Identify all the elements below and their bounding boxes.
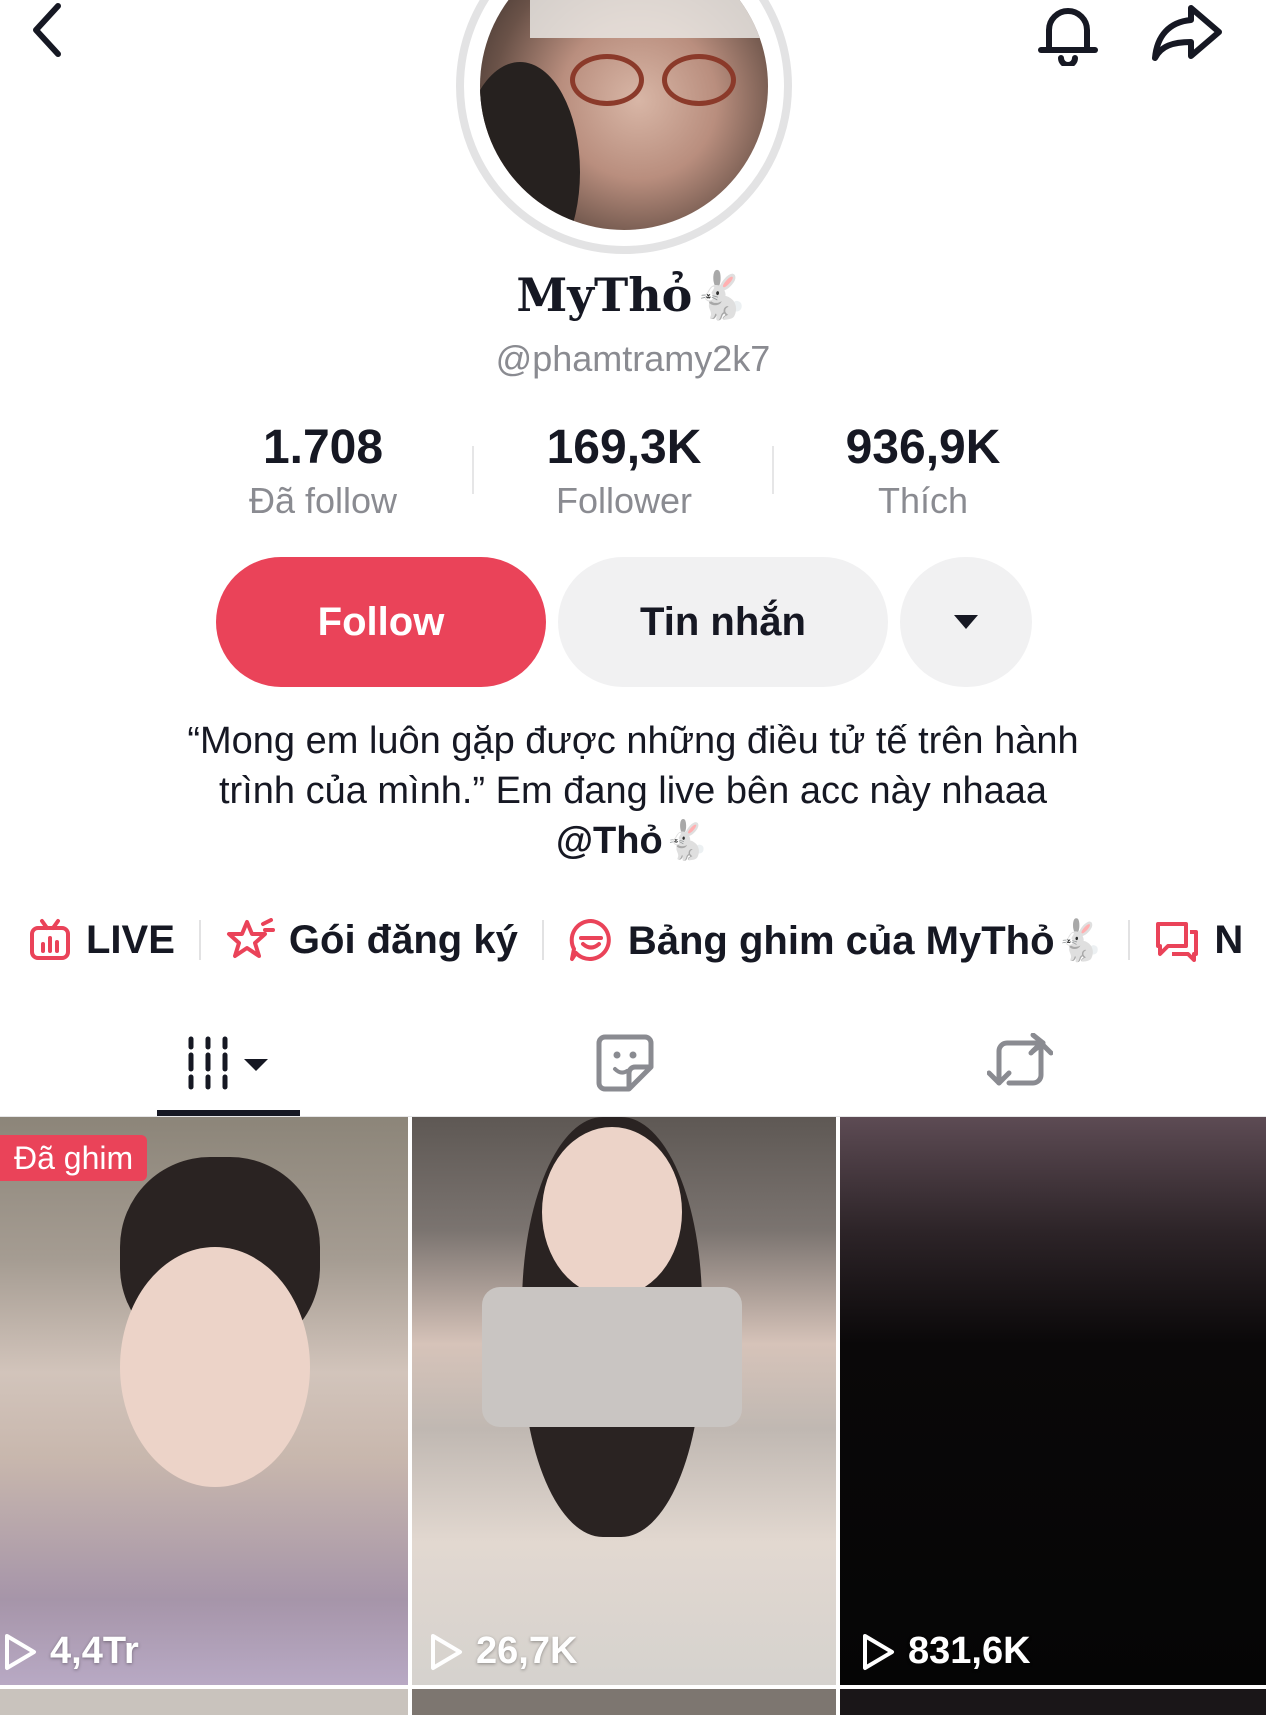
chevron-left-icon [33, 3, 61, 57]
link-subscription-label: Gói đăng ký [288, 917, 518, 962]
avatar-hair [480, 62, 580, 230]
link-subscription[interactable]: Gói đăng ký [225, 918, 518, 963]
stat-likes-label: Thích [877, 480, 969, 521]
bio-mention-link[interactable]: @Thỏ🐇 [80, 816, 1186, 866]
live-tv-icon [30, 919, 70, 960]
view-count-value: 4,4Tr [50, 1630, 139, 1672]
chat-icon [1156, 922, 1199, 962]
thumbnail-figure [542, 1127, 682, 1297]
bio-line: trình của mình.” Em đang live bên acc nà… [218, 770, 1048, 812]
link-divider [541, 920, 544, 960]
video-thumbnail[interactable]: 26,7K [412, 1117, 836, 1685]
video-thumbnail-next-row[interactable] [0, 1689, 408, 1715]
link-live[interactable]: LIVE [28, 918, 175, 963]
display-name: MyThỏ🐇 [516, 268, 750, 322]
video-thumbnail[interactable]: Đã ghim 4,4Tr [0, 1117, 408, 1685]
link-pin-board-label: Bảng ghim của MyThỏ🐇 [627, 918, 1105, 963]
more-options-button[interactable] [900, 557, 1032, 687]
play-icon [431, 1633, 462, 1670]
caret-down-icon [954, 615, 978, 629]
thumbnail-figure [482, 1287, 742, 1427]
message-button[interactable]: Tin nhắn [558, 557, 888, 687]
video-thumbnail[interactable]: 831,6K [840, 1117, 1266, 1685]
share-button[interactable] [1145, 0, 1229, 64]
stat-following[interactable]: 1.708 Đã follow [193, 420, 453, 524]
link-chat[interactable]: N [1154, 918, 1243, 963]
tab-videos[interactable] [157, 1010, 300, 1116]
stat-following-label: Đã follow [248, 480, 398, 521]
view-count-value: 831,6K [908, 1630, 1031, 1672]
stat-likes-value: 936,9K [845, 421, 1001, 474]
content-tabs [0, 1010, 1266, 1118]
stat-divider [772, 446, 774, 494]
video-thumbnail-next-row[interactable] [412, 1689, 836, 1715]
notification-button[interactable] [1030, 0, 1106, 66]
share-arrow-icon [1152, 5, 1222, 61]
view-count: 4,4Tr [2, 1630, 139, 1673]
repost-icon [987, 1033, 1053, 1086]
stat-followers-label: Follower [555, 480, 693, 521]
view-count: 831,6K [860, 1630, 1031, 1673]
sticker-icon [596, 1034, 654, 1092]
tab-reposts[interactable] [960, 1010, 1080, 1116]
bio: “Mong em luôn gặp được những điều tử tế … [80, 716, 1186, 866]
stat-followers-value: 169,3K [546, 421, 702, 474]
avatar-background [530, 0, 768, 38]
stat-divider [472, 446, 474, 494]
link-divider [1128, 920, 1131, 960]
link-pin-board[interactable]: Bảng ghim của MyThỏ🐇 [568, 917, 1104, 964]
avatar-glasses [662, 54, 736, 106]
pinned-badge: Đã ghim [0, 1135, 148, 1181]
link-chat-label: N [1214, 917, 1244, 962]
profile-screen: MyThỏ🐇 @phamtramy2k7 1.708 Đã follow 169… [0, 0, 1266, 1715]
bio-line: “Mong em luôn gặp được những điều tử tế … [187, 720, 1079, 762]
video-thumbnail-next-row[interactable] [840, 1689, 1266, 1715]
subscription-star-icon [226, 918, 275, 958]
follow-button[interactable]: Follow [216, 557, 546, 687]
bell-icon [1038, 8, 1098, 66]
tab-stickers[interactable] [560, 1010, 690, 1116]
view-count-value: 26,7K [476, 1630, 578, 1672]
stat-followers[interactable]: 169,3K Follower [494, 420, 754, 524]
thumbnail-figure [120, 1247, 310, 1487]
stat-following-value: 1.708 [262, 421, 384, 474]
profile-links-row: LIVE Gói đăng ký Bảng ghim của MyThỏ🐇 N [28, 905, 1266, 975]
link-divider [198, 920, 201, 960]
username-handle: @phamtramy2k7 [495, 338, 771, 379]
play-icon [863, 1633, 894, 1670]
grid-columns-icon [188, 1036, 268, 1090]
back-button[interactable] [18, 0, 78, 60]
view-count: 26,7K [428, 1630, 577, 1673]
play-icon [5, 1633, 36, 1670]
pin-board-icon [569, 918, 611, 961]
link-live-label: LIVE [86, 917, 175, 962]
avatar-glasses [570, 54, 644, 106]
stat-likes[interactable]: 936,9K Thích [793, 420, 1053, 524]
